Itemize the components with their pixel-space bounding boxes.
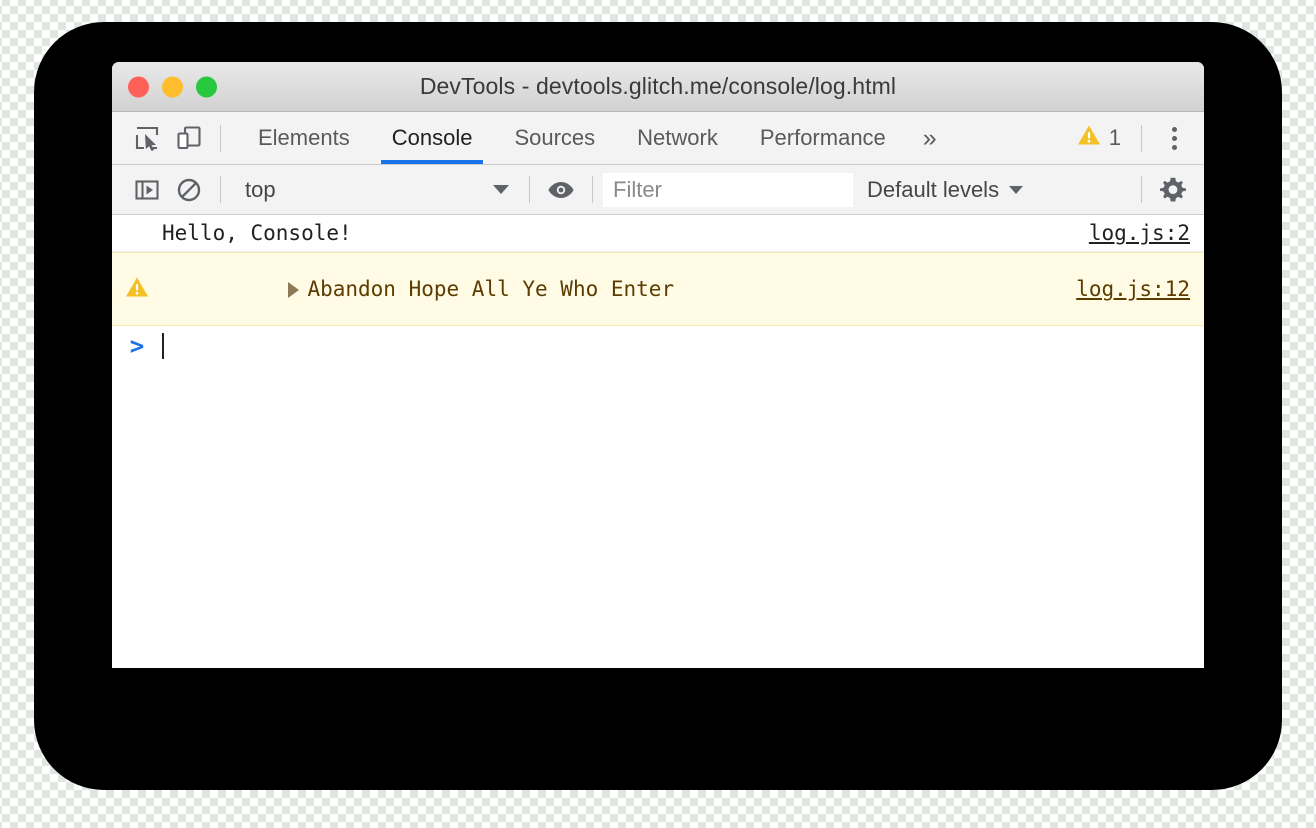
- tab-label: Performance: [759, 125, 886, 150]
- tab-console[interactable]: Console: [371, 112, 494, 164]
- console-message-warning[interactable]: Abandon Hope All Ye Who Enter log.js:12: [112, 252, 1204, 326]
- expand-arrow-icon[interactable]: [288, 282, 300, 298]
- console-message-body: Abandon Hope All Ye Who Enter: [162, 253, 1076, 325]
- console-toolbar-divider-2: [529, 176, 530, 203]
- zoom-button[interactable]: [196, 76, 217, 97]
- chevron-down-icon: [493, 185, 509, 194]
- warning-triangle-icon: [125, 276, 149, 303]
- console-toolbar-right: [1131, 165, 1204, 214]
- tab-label: Sources: [514, 125, 596, 150]
- console-prompt-row[interactable]: >: [112, 326, 1204, 366]
- tabbar-right-divider: [1141, 124, 1142, 152]
- log-levels-selector[interactable]: Default levels: [853, 177, 1037, 203]
- tab-label: Elements: [258, 125, 350, 150]
- console-toolbar: top Default levels: [112, 165, 1204, 215]
- devtools-window: DevTools - devtools.glitch.me/console/lo…: [112, 62, 1204, 668]
- console-toolbar-divider-4: [1141, 176, 1142, 203]
- tab-sources[interactable]: Sources: [493, 112, 616, 164]
- console-toolbar-divider-1: [220, 176, 221, 203]
- console-message-source-link[interactable]: log.js:2: [1089, 221, 1190, 245]
- device-toolbar-icon[interactable]: [168, 117, 210, 159]
- window-title: DevTools - devtools.glitch.me/console/lo…: [419, 73, 897, 99]
- more-tabs-button[interactable]: »: [907, 112, 953, 164]
- execution-context-label: top: [245, 176, 276, 202]
- filter-input[interactable]: [603, 172, 853, 207]
- console-message-list[interactable]: Hello, Console! log.js:2 Abandon Hope Al…: [112, 215, 1204, 668]
- warning-count-badge[interactable]: 1: [1067, 124, 1131, 152]
- console-message-log[interactable]: Hello, Console! log.js:2: [112, 215, 1204, 252]
- execution-context-selector[interactable]: top: [231, 173, 519, 207]
- toolbar-divider: [220, 124, 221, 152]
- warning-count-label: 1: [1108, 125, 1121, 150]
- tab-performance[interactable]: Performance: [739, 112, 907, 164]
- more-tabs-label: »: [922, 123, 937, 152]
- tabbar-right-section: 1: [1067, 112, 1204, 164]
- traffic-lights: [128, 76, 217, 97]
- log-levels-label: Default levels: [867, 176, 1000, 202]
- close-button[interactable]: [128, 76, 149, 97]
- tab-network[interactable]: Network: [616, 112, 739, 164]
- minimize-button[interactable]: [162, 76, 183, 97]
- tab-elements[interactable]: Elements: [237, 112, 371, 164]
- live-expression-eye-icon[interactable]: [540, 169, 582, 211]
- settings-gear-icon[interactable]: [1152, 169, 1194, 211]
- prompt-gutter: >: [112, 334, 162, 358]
- console-message-text: Hello, Console!: [162, 221, 352, 245]
- message-gutter: [112, 276, 162, 303]
- devtools-tabbar: Elements Console Sources Network Perform…: [112, 112, 1204, 165]
- text-cursor: [162, 333, 164, 359]
- console-sidebar-toggle-icon[interactable]: [126, 169, 168, 211]
- kebab-dot: [1171, 135, 1177, 141]
- clear-console-icon[interactable]: [168, 169, 210, 211]
- tab-label: Console: [391, 125, 473, 150]
- console-toolbar-divider-3: [592, 176, 593, 203]
- kebab-menu-icon[interactable]: [1152, 116, 1196, 160]
- kebab-dot: [1171, 126, 1177, 132]
- tab-label: Network: [637, 125, 718, 150]
- warning-triangle-icon: [1077, 124, 1101, 152]
- console-message-text: Abandon Hope All Ye Who Enter: [307, 277, 675, 301]
- chevron-down-icon: [1009, 185, 1024, 194]
- prompt-chevron-icon: >: [129, 332, 145, 360]
- window-titlebar: DevTools - devtools.glitch.me/console/lo…: [112, 62, 1204, 112]
- inspect-element-icon[interactable]: [126, 117, 168, 159]
- screenshot-canvas: DevTools - devtools.glitch.me/console/lo…: [0, 0, 1316, 828]
- panel-tabs: Elements Console Sources Network Perform…: [237, 112, 953, 164]
- kebab-dot: [1171, 144, 1177, 150]
- console-message-source-link[interactable]: log.js:12: [1076, 277, 1190, 301]
